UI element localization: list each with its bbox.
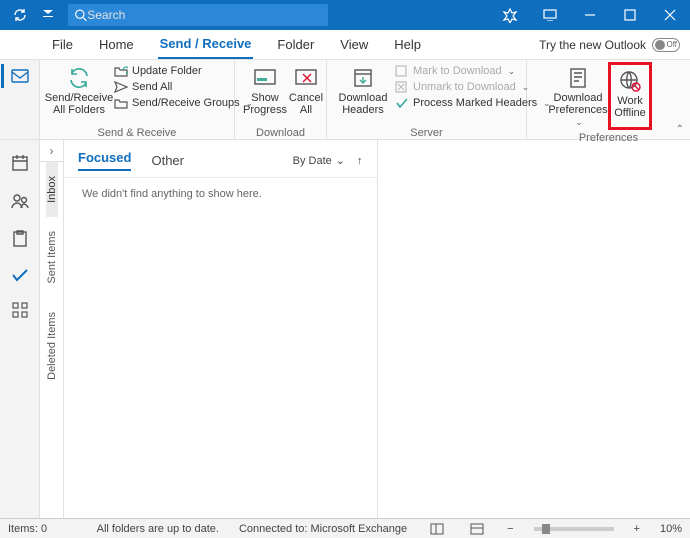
zoom-level: 10% [660, 523, 682, 535]
tab-focused[interactable]: Focused [78, 150, 131, 171]
calendar-nav-icon[interactable] [11, 154, 29, 172]
folder-deleted-items[interactable]: Deleted Items [46, 298, 58, 394]
premium-icon[interactable] [490, 0, 530, 30]
download-headers-button[interactable]: Download Headers [335, 62, 391, 125]
search-box[interactable] [68, 4, 328, 26]
folder-pane-collapsed: › Inbox Sent Items Deleted Items [40, 140, 64, 518]
tab-other[interactable]: Other [151, 153, 184, 168]
ribbon: Send/Receive All Folders Update Folder S… [0, 60, 690, 140]
status-connected: Connected to: Microsoft Exchange [239, 523, 407, 535]
group-label-server: Server [335, 125, 518, 139]
group-label-send-receive: Send & Receive [48, 125, 226, 139]
search-input[interactable] [87, 8, 322, 22]
send-receive-all-button[interactable]: Send/Receive All Folders [48, 62, 110, 125]
folder-refresh-icon [114, 65, 128, 77]
status-bar: Items: 0 All folders are up to date. Con… [0, 518, 690, 538]
todo-nav-icon[interactable] [11, 268, 29, 282]
work-offline-button[interactable]: Work Offline [608, 62, 652, 130]
status-items: Items: 0 [8, 523, 47, 535]
status-uptodate: All folders are up to date. [97, 523, 219, 535]
tab-help[interactable]: Help [392, 31, 423, 58]
message-list: Focused Other By Date ⌄ ↑ We didn't find… [64, 140, 378, 518]
send-receive-groups-button[interactable]: Send/Receive Groups⌄ [114, 96, 253, 110]
tab-view[interactable]: View [338, 31, 370, 58]
people-nav-icon[interactable] [11, 192, 29, 210]
download-preferences-button[interactable]: Download Preferences⌄ [548, 62, 608, 130]
zoom-in-button[interactable]: + [634, 523, 640, 535]
sort-by-date[interactable]: By Date ⌄ ↑ [293, 154, 363, 167]
maximize-button[interactable] [610, 0, 650, 30]
try-new-outlook[interactable]: Try the new Outlook Off [539, 38, 680, 52]
reading-pane [378, 140, 690, 518]
check-icon [395, 97, 409, 109]
folder-sent-items[interactable]: Sent Items [46, 217, 58, 298]
tab-file[interactable]: File [50, 31, 75, 58]
chevron-down-icon: ⌄ [336, 154, 345, 167]
titlebar-right [490, 0, 690, 30]
nav-rail [0, 140, 40, 518]
folder-group-icon [114, 97, 128, 109]
cancel-all-button[interactable]: Cancel All [287, 62, 325, 125]
body: › Inbox Sent Items Deleted Items Focused… [0, 140, 690, 518]
folder-inbox[interactable]: Inbox [46, 162, 58, 217]
chevron-down-icon: ⌄ [508, 66, 516, 77]
group-send-receive: Send/Receive All Folders Update Folder S… [40, 60, 235, 139]
nav-rail-top [0, 60, 40, 139]
tab-folder[interactable]: Folder [275, 31, 316, 58]
search-icon [74, 8, 87, 22]
close-button[interactable] [650, 0, 690, 30]
mail-nav-icon[interactable] [1, 64, 38, 88]
group-label-download: Download [243, 125, 318, 139]
group-preferences: Download Preferences⌄ Work Offline Prefe… [527, 60, 690, 139]
view-normal-icon[interactable] [427, 523, 447, 535]
sync-icon[interactable] [8, 3, 32, 27]
ribbon-tabs: File Home Send / Receive Folder View Hel… [0, 30, 690, 60]
group-label-preferences: Preferences [535, 130, 682, 144]
group-download: Show Progress Cancel All Download [235, 60, 327, 139]
more-apps-icon[interactable] [12, 302, 28, 318]
update-folder-button[interactable]: Update Folder [114, 64, 253, 78]
expand-folder-pane-button[interactable]: › [40, 140, 63, 162]
group-server: Download Headers Mark to Download⌄ Unmar… [327, 60, 527, 139]
tab-send-receive[interactable]: Send / Receive [158, 30, 254, 59]
tab-home[interactable]: Home [97, 31, 136, 58]
zoom-out-button[interactable]: − [507, 523, 513, 535]
qat-dropdown-icon[interactable] [36, 3, 60, 27]
show-progress-button[interactable]: Show Progress [243, 62, 287, 125]
collapse-ribbon-button[interactable]: ⌃ [676, 124, 684, 135]
send-all-button[interactable]: Send All [114, 80, 253, 94]
mark-icon [395, 65, 409, 77]
try-new-toggle[interactable]: Off [652, 38, 680, 52]
ribbon-display-icon[interactable] [530, 0, 570, 30]
view-reading-icon[interactable] [467, 523, 487, 535]
titlebar-left [0, 3, 60, 27]
tasks-nav-icon[interactable] [11, 230, 29, 248]
zoom-slider[interactable] [534, 527, 614, 531]
try-new-label: Try the new Outlook [539, 38, 646, 52]
unmark-icon [395, 81, 409, 93]
minimize-button[interactable] [570, 0, 610, 30]
title-bar [0, 0, 690, 30]
empty-list-message: We didn't find anything to show here. [64, 178, 377, 210]
chevron-down-icon: ⌄ [575, 116, 583, 128]
send-icon [114, 81, 128, 93]
sort-arrow-icon[interactable]: ↑ [357, 155, 363, 167]
message-list-header: Focused Other By Date ⌄ ↑ [64, 140, 377, 178]
